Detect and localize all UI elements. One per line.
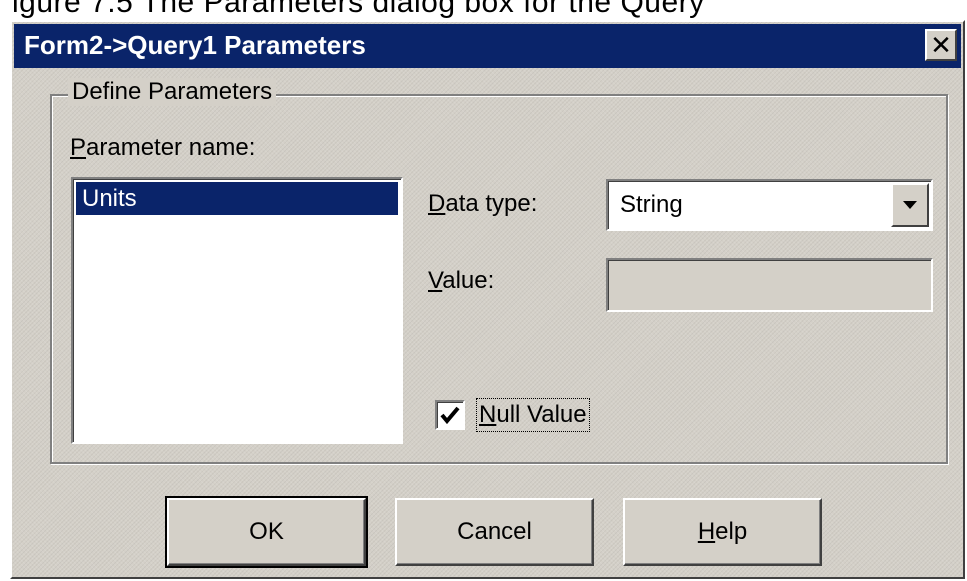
checkmark-icon (440, 406, 460, 424)
list-item-units[interactable]: Units (76, 182, 398, 215)
close-button[interactable]: ✕ (925, 29, 957, 61)
close-icon: ✕ (930, 30, 952, 60)
data-type-select[interactable]: String (606, 179, 933, 231)
title-bar: Form2->Query1 Parameters ✕ (14, 24, 961, 68)
data-type-value: String (620, 191, 683, 218)
value-label: Value: (428, 267, 495, 294)
parameter-name-list[interactable]: Units (71, 177, 403, 444)
parameters-dialog: Form2->Query1 Parameters ✕ Define Parame… (10, 20, 965, 579)
null-value-checkbox[interactable] (435, 400, 465, 430)
dropdown-button[interactable] (891, 183, 929, 227)
parameter-name-label: Parameter name: (70, 134, 256, 161)
help-button[interactable]: Help (623, 498, 822, 566)
ok-button[interactable]: OK (165, 496, 368, 568)
window-title: Form2->Query1 Parameters (24, 30, 366, 60)
chevron-down-icon (903, 201, 917, 209)
clipped-caption-text: igure 7.5 The Parameters dialog box for … (12, 0, 705, 19)
null-value-label[interactable]: Null Value (476, 398, 590, 432)
data-type-label: Data type: (428, 190, 538, 217)
group-label: Define Parameters (68, 78, 277, 106)
value-field[interactable] (606, 258, 933, 312)
cancel-button[interactable]: Cancel (395, 498, 594, 566)
